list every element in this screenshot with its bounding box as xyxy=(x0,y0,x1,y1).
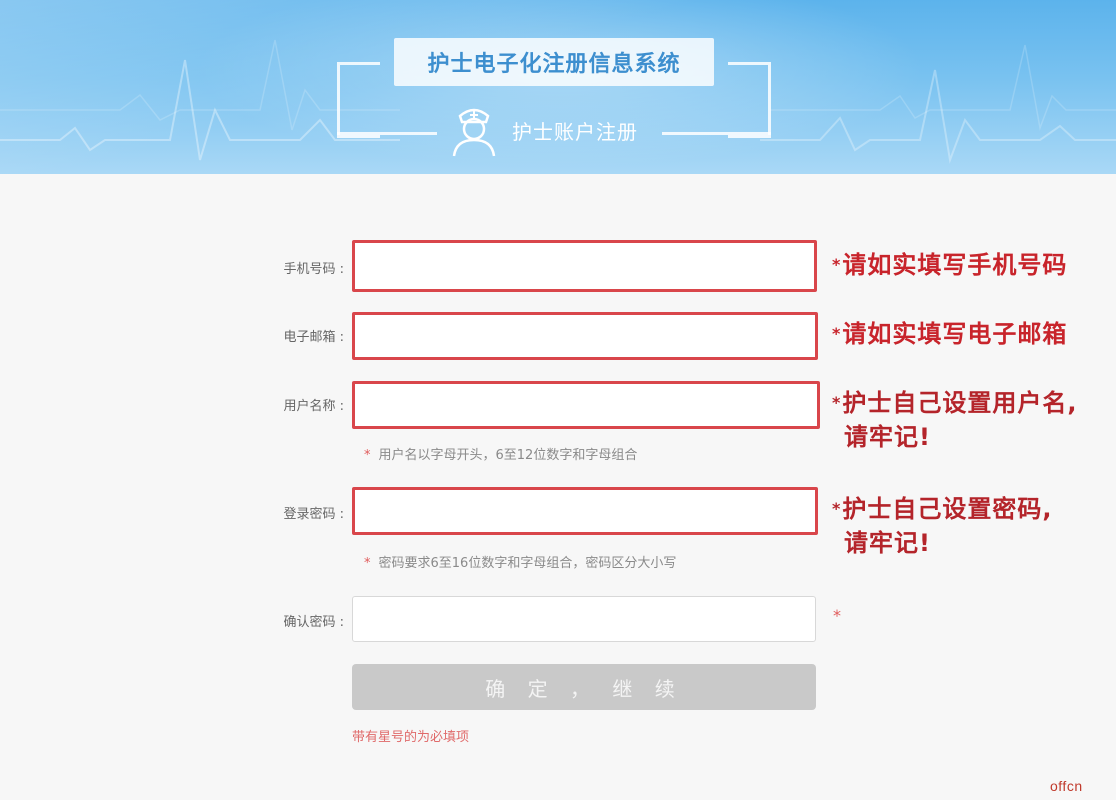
email-field[interactable] xyxy=(352,312,818,360)
frame-bracket-right xyxy=(728,62,771,138)
password-annotation-star: * xyxy=(832,499,842,518)
password-label: 登录密码 : xyxy=(283,507,344,522)
email-label: 电子邮箱 : xyxy=(283,330,344,345)
username-input[interactable] xyxy=(355,384,817,426)
phone-label: 手机号码 : xyxy=(283,262,344,277)
username-hint: * 用户名以字母开头，6至12位数字和字母组合 xyxy=(364,444,637,463)
nurse-user-icon xyxy=(452,108,496,157)
system-title-box: 护士电子化注册信息系统 xyxy=(394,38,714,86)
password-hint-star: * xyxy=(364,556,371,571)
system-title: 护士电子化注册信息系统 xyxy=(427,52,681,77)
password-annotation: *护士自己设置密码, 请牢记! xyxy=(832,492,1053,560)
confirm-continue-button[interactable]: 确 定 ， 继 续 xyxy=(352,664,816,710)
email-annotation: *请如实填写电子邮箱 xyxy=(832,317,1067,351)
username-hint-star: * xyxy=(364,448,371,463)
password-annotation-line1: 护士自己设置密码, xyxy=(842,495,1053,523)
confirm-password-field[interactable] xyxy=(352,596,816,642)
phone-annotation: *请如实填写手机号码 xyxy=(832,248,1067,282)
username-label: 用户名称 : xyxy=(283,399,344,414)
phone-annotation-star: * xyxy=(832,255,842,274)
required-fields-note: 带有星号的为必填项 xyxy=(352,730,470,745)
confirm-password-required-star: * xyxy=(833,606,841,625)
watermark-logo: offcn xyxy=(1050,778,1083,794)
email-annotation-star: * xyxy=(832,324,842,343)
username-annotation-line1: 护士自己设置用户名, xyxy=(842,389,1078,417)
frame-line-right xyxy=(662,132,771,135)
password-annotation-line2: 请牢记! xyxy=(844,529,931,557)
frame-bracket-left xyxy=(337,62,380,138)
username-hint-text: 用户名以字母开头，6至12位数字和字母组合 xyxy=(378,448,638,463)
phone-annotation-text: 请如实填写手机号码 xyxy=(842,251,1068,279)
header-banner: 护士电子化注册信息系统 护士账户注册 xyxy=(0,0,1116,174)
email-input[interactable] xyxy=(355,315,815,357)
username-annotation-line2: 请牢记! xyxy=(844,423,931,451)
password-field[interactable] xyxy=(352,487,818,535)
phone-field[interactable] xyxy=(352,240,817,292)
username-field[interactable] xyxy=(352,381,820,429)
email-annotation-text: 请如实填写电子邮箱 xyxy=(842,320,1068,348)
password-hint-text: 密码要求6至16位数字和字母组合，密码区分大小写 xyxy=(378,556,677,571)
ecg-line-decoration xyxy=(0,39,1116,164)
frame-line-left xyxy=(337,132,437,135)
password-input[interactable] xyxy=(355,490,815,532)
page-subtitle: 护士账户注册 xyxy=(512,120,638,144)
confirm-password-label: 确认密码 : xyxy=(283,615,344,630)
phone-input[interactable] xyxy=(355,243,814,289)
username-annotation: *护士自己设置用户名, 请牢记! xyxy=(832,386,1078,454)
password-hint: * 密码要求6至16位数字和字母组合，密码区分大小写 xyxy=(364,552,676,571)
confirm-password-input[interactable] xyxy=(353,597,815,641)
username-annotation-star: * xyxy=(832,393,842,412)
